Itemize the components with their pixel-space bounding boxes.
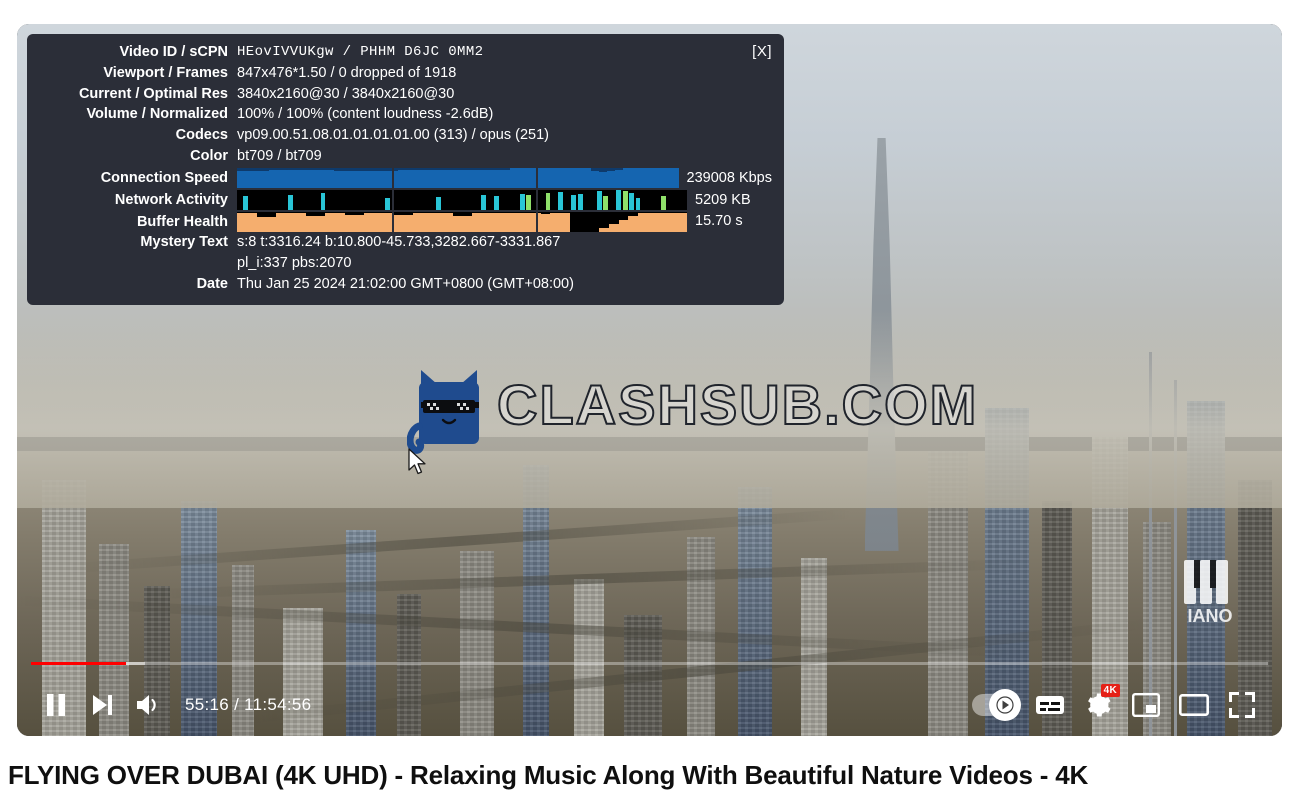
stat-label: Codecs	[175, 127, 228, 144]
progress-track	[31, 661, 1268, 665]
stat-row-volume: Volume / Normalized 100% / 100% (content…	[27, 104, 772, 125]
pause-button[interactable]	[33, 682, 79, 728]
network-activity-value: 5209 KB	[695, 191, 751, 208]
stats-close-button[interactable]: [X]	[752, 42, 772, 63]
stat-label: Volume / Normalized	[86, 106, 228, 123]
theater-button[interactable]	[1170, 682, 1218, 728]
autoplay-toggle-track	[972, 689, 1021, 721]
stat-row-viewport-frames: Viewport / Frames 847x476*1.50 / 0 dropp…	[27, 63, 772, 84]
mystery-text-line-1: s:8 t:3316.24 b:10.800-45.733,3282.667-3…	[237, 234, 561, 251]
stat-value: vp09.00.51.08.01.01.01.01.00 (313) / opu…	[237, 127, 549, 144]
stat-label: Mystery Text	[140, 234, 228, 251]
time-display: 55:16 / 11:54:56	[185, 695, 312, 714]
stat-row-mystery-text-cont: pl_i:337 pbs:2070	[27, 253, 772, 274]
stat-value: bt709 / bt709	[237, 147, 322, 164]
stat-label: Connection Speed	[100, 170, 228, 187]
quality-badge-4k: 4K	[1100, 684, 1120, 697]
video-title: FLYING OVER DUBAI (4K UHD) - Relaxing Mu…	[8, 760, 1089, 790]
stat-label: Buffer Health	[136, 213, 228, 230]
stat-row-resolution: Current / Optimal Res 3840x2160@30 / 384…	[27, 84, 772, 105]
autoplay-toggle-knob	[989, 689, 1021, 721]
stat-row-video-id: Video ID / sCPN HEovIVVUKgw / PHHM D6JC …	[27, 42, 772, 63]
buffer-health-graph	[237, 211, 687, 232]
stats-for-nerds-panel[interactable]: [X] Video ID / sCPN HEovIVVUKgw / PHHM D…	[27, 34, 784, 305]
stat-value: 847x476*1.50 / 0 dropped of 1918	[237, 64, 457, 81]
stat-value: 100% / 100% (content loudness -2.6dB)	[237, 106, 494, 123]
stat-row-mystery-text: Mystery Text s:8 t:3316.24 b:10.800-45.7…	[27, 232, 772, 253]
next-button[interactable]	[79, 682, 125, 728]
stat-label: Video ID / sCPN	[119, 44, 228, 60]
stat-row-codecs: Codecs vp09.00.51.08.01.01.01.01.00 (313…	[27, 125, 772, 146]
stat-label: Network Activity	[114, 191, 228, 208]
stat-label: Current / Optimal Res	[78, 85, 228, 102]
stat-label: Color	[190, 147, 228, 164]
stat-value: 3840x2160@30 / 3840x2160@30	[237, 85, 455, 102]
stat-value: Thu Jan 25 2024 21:02:00 GMT+0800 (GMT+0…	[237, 275, 574, 292]
miniplayer-button[interactable]	[1122, 682, 1170, 728]
stat-row-buffer-health: Buffer Health 15.70 s	[27, 211, 772, 232]
connection-speed-value: 239008 Kbps	[686, 169, 772, 186]
stat-row-date: Date Thu Jan 25 2024 21:02:00 GMT+0800 (…	[27, 274, 772, 295]
stat-row-connection-speed: Connection Speed 239008 Kbps	[27, 168, 772, 189]
buffer-health-value: 15.70 s	[695, 213, 743, 230]
player-controls-bar: 55:16 / 11:54:56 4K	[17, 674, 1282, 736]
settings-button[interactable]: 4K	[1074, 682, 1122, 728]
progress-played	[31, 661, 127, 665]
fullscreen-button[interactable]	[1218, 682, 1266, 728]
mouse-cursor	[408, 448, 428, 481]
stat-label: Date	[196, 275, 228, 292]
stat-value: HEovIVVUKgw / PHHM D6JC 0MM2	[237, 44, 484, 60]
autoplay-toggle[interactable]	[972, 682, 1026, 728]
mystery-text-line-2: pl_i:337 pbs:2070	[237, 254, 352, 271]
stat-row-network-activity: Network Activity 5209 KB	[27, 189, 772, 211]
stat-row-color: Color bt709 / bt709	[27, 146, 772, 167]
volume-button[interactable]	[125, 682, 171, 728]
subtitles-button[interactable]	[1026, 682, 1074, 728]
page-root: [X] Video ID / sCPN HEovIVVUKgw / PHHM D…	[0, 0, 1299, 808]
video-player[interactable]: [X] Video ID / sCPN HEovIVVUKgw / PHHM D…	[17, 24, 1282, 736]
network-activity-graph	[237, 189, 687, 210]
stat-label: Viewport / Frames	[103, 64, 228, 81]
connection-speed-graph	[237, 168, 679, 189]
video-progress-bar[interactable]	[17, 656, 1282, 670]
